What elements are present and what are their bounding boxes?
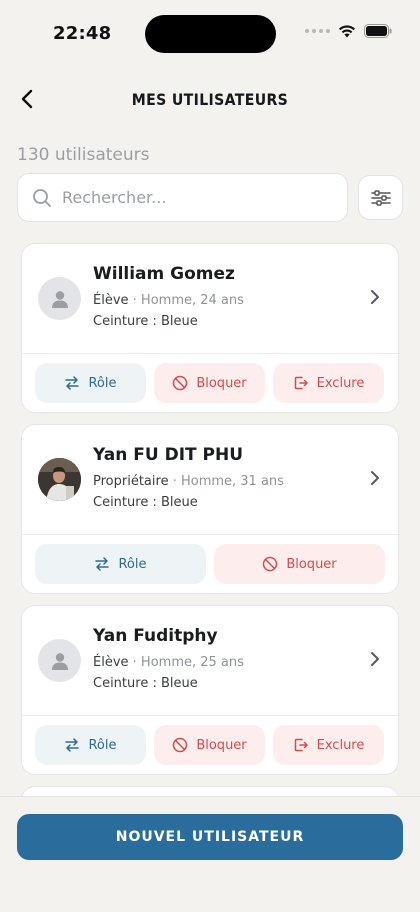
search-box[interactable] — [17, 173, 348, 222]
avatar — [38, 639, 81, 682]
block-button-label: Bloquer — [286, 556, 337, 572]
role-button-label: Rôle — [88, 737, 117, 753]
role-button-label: Rôle — [88, 375, 117, 391]
user-role-line: Propriétaire · Homme, 31 ans — [93, 474, 284, 489]
block-button-label: Bloquer — [196, 737, 247, 753]
search-icon — [33, 188, 51, 207]
role-button[interactable]: Rôle — [35, 725, 146, 765]
exclude-button-label: Exclure — [316, 737, 365, 753]
user-name: William Gomez — [93, 264, 235, 284]
exclude-button[interactable]: Exclure — [273, 725, 384, 765]
user-details: · Homme, 24 ans — [132, 293, 244, 308]
page-title: MES UTILISATEURS — [131, 90, 289, 109]
profile-photo — [38, 458, 81, 501]
exclude-button-label: Exclure — [316, 375, 365, 391]
swap-arrows-icon — [65, 738, 80, 752]
user-belt: Ceinture : Bleue — [93, 495, 198, 510]
block-button[interactable]: Bloquer — [154, 363, 265, 403]
user-role-line: Élève · Homme, 24 ans — [93, 293, 244, 308]
block-icon — [173, 737, 188, 753]
status-bar: 22:48 — [0, 0, 420, 62]
block-button-label: Bloquer — [196, 375, 247, 391]
role-button[interactable]: Rôle — [35, 544, 206, 584]
user-details: · Homme, 31 ans — [172, 474, 284, 489]
avatar-photo — [38, 458, 81, 501]
user-card: Yan Fuditphy Élève · Homme, 25 ans Ceint… — [21, 605, 399, 775]
signal-dots-icon — [305, 29, 330, 33]
user-card: William Gomez Élève · Homme, 24 ans Cein… — [21, 243, 399, 413]
user-name: Yan FU DIT PHU — [93, 445, 244, 465]
dynamic-island — [145, 15, 276, 53]
user-count: 130 utilisateurs — [17, 145, 150, 165]
header: MES UTILISATEURS — [0, 80, 420, 120]
user-role: Élève — [93, 293, 129, 308]
user-role: Propriétaire — [93, 474, 169, 489]
block-icon — [173, 375, 188, 391]
chevron-right-icon — [371, 652, 379, 666]
card-actions: Rôle Bloquer Exclure — [22, 354, 398, 412]
card-actions: Rôle Bloquer — [22, 535, 398, 593]
card-actions: Rôle Bloquer Exclure — [22, 716, 398, 774]
user-belt: Ceinture : Bleue — [93, 676, 198, 691]
user-role: Élève — [93, 655, 129, 670]
search-input[interactable] — [62, 188, 322, 207]
status-icons — [305, 24, 392, 38]
user-card-header[interactable]: William Gomez Élève · Homme, 24 ans Cein… — [22, 244, 398, 354]
role-button-label: Rôle — [118, 556, 147, 572]
filter-button[interactable] — [358, 175, 403, 220]
role-button[interactable]: Rôle — [35, 363, 146, 403]
user-name: Yan Fuditphy — [93, 626, 218, 646]
block-icon — [263, 556, 278, 572]
user-belt: Ceinture : Bleue — [93, 314, 198, 329]
user-role-line: Élève · Homme, 25 ans — [93, 655, 244, 670]
sliders-icon — [370, 189, 391, 206]
user-silhouette-icon — [51, 290, 68, 308]
user-card-header[interactable]: Yan Fuditphy Élève · Homme, 25 ans Ceint… — [22, 606, 398, 716]
wifi-icon — [339, 25, 355, 38]
block-button[interactable]: Bloquer — [214, 544, 385, 584]
user-card-header[interactable]: Yan FU DIT PHU Propriétaire · Homme, 31 … — [22, 425, 398, 535]
block-button[interactable]: Bloquer — [154, 725, 265, 765]
logout-icon — [294, 376, 308, 390]
chevron-right-icon — [371, 471, 379, 485]
avatar — [38, 277, 81, 320]
chevron-right-icon — [371, 290, 379, 304]
user-silhouette-icon — [51, 652, 68, 670]
exclude-button[interactable]: Exclure — [273, 363, 384, 403]
user-card: Yan FU DIT PHU Propriétaire · Homme, 31 … — [21, 424, 399, 594]
new-user-button[interactable]: NOUVEL UTILISATEUR — [17, 814, 403, 860]
swap-arrows-icon — [95, 557, 110, 571]
logout-icon — [294, 738, 308, 752]
status-time: 22:48 — [53, 23, 112, 44]
swap-arrows-icon — [65, 376, 80, 390]
battery-icon — [364, 24, 392, 38]
user-details: · Homme, 25 ans — [132, 655, 244, 670]
